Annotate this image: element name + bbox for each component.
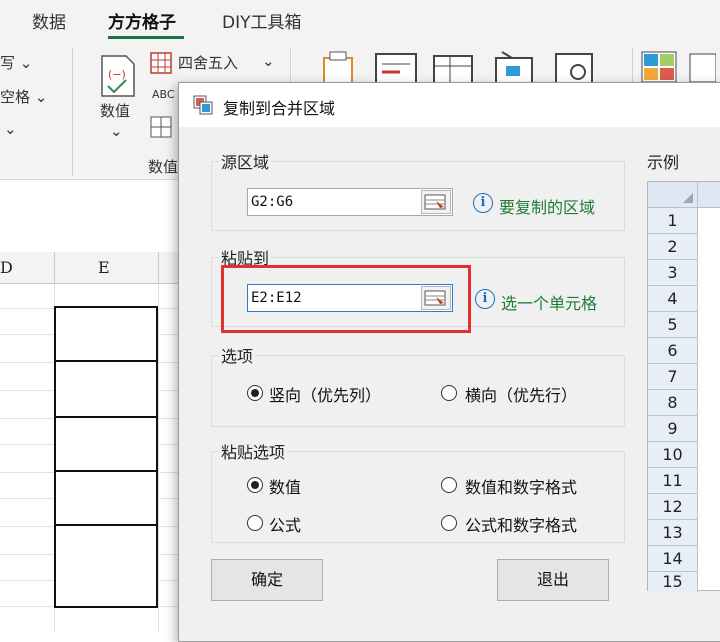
example-row-header: 12 xyxy=(648,494,698,520)
info-icon: i xyxy=(473,193,493,213)
active-tab-indicator xyxy=(108,36,184,39)
ribbon-icon-row xyxy=(316,48,717,85)
table-icon[interactable] xyxy=(150,116,172,138)
exit-button[interactable]: 退出 xyxy=(497,559,609,601)
chevron-down-icon[interactable]: ⌄ xyxy=(4,120,17,138)
chevron-down-icon[interactable]: ⌄ xyxy=(110,122,123,140)
paste-options-group-label: 粘贴选项 xyxy=(219,439,288,463)
info-icon: i xyxy=(475,289,495,309)
paste-values-label[interactable]: 数值 xyxy=(269,474,301,498)
svg-text:(−): (−) xyxy=(108,68,126,81)
select-all-corner xyxy=(648,182,698,208)
example-row-header: 14 xyxy=(648,546,698,572)
numeric-value-label[interactable]: 数值 xyxy=(100,100,130,121)
merged-cell[interactable] xyxy=(54,524,158,608)
tab-diy-toolbox[interactable]: DIY工具箱 xyxy=(222,8,302,33)
paste-formula-label[interactable]: 公式 xyxy=(269,512,301,536)
option-horizontal-label[interactable]: 横向（优先行） xyxy=(465,382,577,406)
radio-horizontal[interactable] xyxy=(441,385,457,401)
tab-fangfanggezi[interactable]: 方方格子 xyxy=(108,8,176,33)
example-row-header: 13 xyxy=(648,520,698,546)
chevron-down-icon[interactable]: ⌄ xyxy=(262,52,275,70)
option-vertical-label[interactable]: 竖向（优先列） xyxy=(269,382,381,406)
ribbon-tabbar: 数据 方方格子 DIY工具箱 xyxy=(0,0,720,40)
numeric-value-icon[interactable]: (−) xyxy=(96,52,140,100)
radio-formula-and-format[interactable] xyxy=(441,515,457,531)
radio-values[interactable] xyxy=(247,477,263,493)
column-header-e[interactable]: E xyxy=(98,258,110,277)
example-row-header: 15 xyxy=(648,572,698,592)
column-header-d[interactable]: D xyxy=(0,258,13,277)
options-group-label: 选项 xyxy=(219,343,256,367)
ribbon-separator xyxy=(72,48,73,176)
paste-values-format-label[interactable]: 数值和数字格式 xyxy=(465,474,577,498)
example-row-header: 1 xyxy=(648,208,698,234)
example-row-header: 11 xyxy=(648,468,698,494)
round-button[interactable]: 四舍五入 xyxy=(178,52,238,73)
merged-cell[interactable] xyxy=(54,360,158,418)
range-picker-icon[interactable] xyxy=(421,286,451,310)
source-group-label: 源区域 xyxy=(219,149,272,173)
radio-formula[interactable] xyxy=(247,515,263,531)
example-row-header: 2 xyxy=(648,234,698,260)
example-row-header: 6 xyxy=(648,338,698,364)
example-row-header: 5 xyxy=(648,312,698,338)
app-icon xyxy=(193,95,213,115)
example-row-header: 10 xyxy=(648,442,698,468)
copy-to-merged-dialog: 复制到合并区域 源区域 G2:G6 i 要复制的区域 粘贴到 E2:E12 i … xyxy=(178,82,720,642)
ok-button[interactable]: 确定 xyxy=(211,559,323,601)
example-row-header: 9 xyxy=(648,416,698,442)
tab-data[interactable]: 数据 xyxy=(32,8,66,33)
abc-label[interactable]: ABC xyxy=(152,88,175,101)
ribbon-item-write[interactable]: 写 ⌄ xyxy=(0,52,32,73)
example-row-header: 8 xyxy=(648,390,698,416)
example-row-header: 7 xyxy=(648,364,698,390)
column-divider xyxy=(54,252,55,284)
example-row-header: 3 xyxy=(648,260,698,286)
ribbon-item-space[interactable]: 空格 ⌄ xyxy=(0,86,47,107)
column-divider xyxy=(158,252,159,284)
paste-formula-format-label[interactable]: 公式和数字格式 xyxy=(465,512,577,536)
paste-to-hint: 选一个单元格 xyxy=(501,294,598,313)
range-picker-icon[interactable] xyxy=(421,190,451,214)
merged-cell[interactable] xyxy=(54,470,158,526)
radio-vertical[interactable] xyxy=(247,385,263,401)
example-column-header xyxy=(698,182,720,208)
round-icon[interactable] xyxy=(150,52,172,74)
example-label: 示例 xyxy=(645,149,682,173)
source-hint: 要复制的区域 xyxy=(499,198,596,217)
radio-values-and-format[interactable] xyxy=(441,477,457,493)
column-header-row: D E xyxy=(0,252,180,284)
merged-cell[interactable] xyxy=(54,306,158,362)
dialog-titlebar[interactable]: 复制到合并区域 xyxy=(179,83,720,127)
merged-cell[interactable] xyxy=(54,416,158,472)
example-grid: 1 2 3 4 5 6 7 8 9 10 11 12 13 14 15 xyxy=(647,181,720,592)
dialog-title: 复制到合并区域 xyxy=(223,99,336,118)
ribbon-group-label: 数值 xyxy=(148,158,179,176)
example-row-header: 4 xyxy=(648,286,698,312)
